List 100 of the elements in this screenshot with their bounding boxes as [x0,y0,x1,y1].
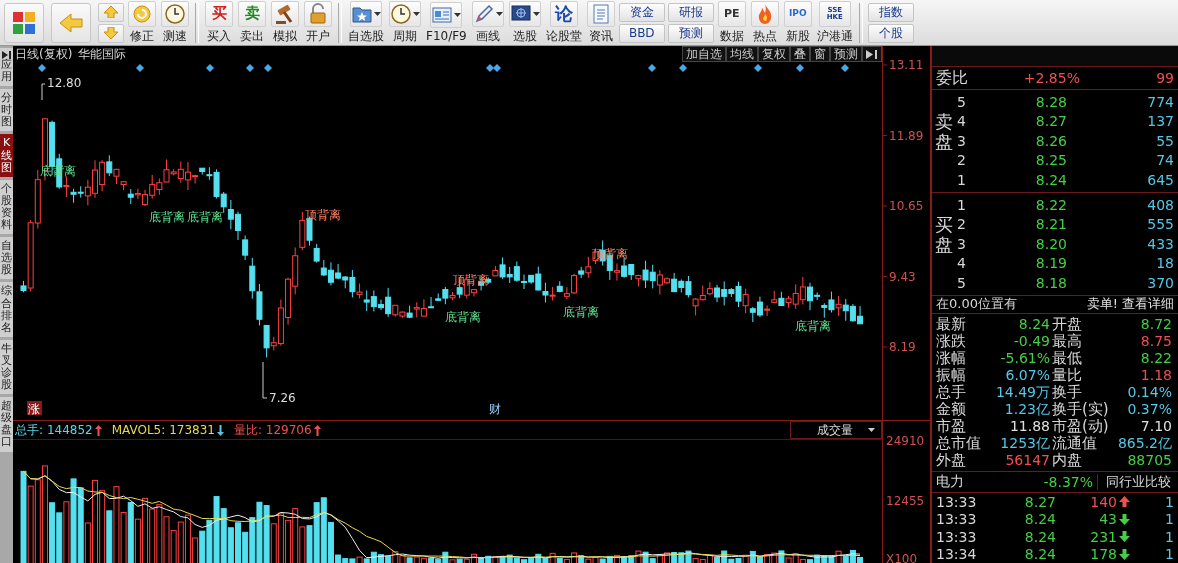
card-icon [431,4,454,26]
stat-value: 7.10 [1139,417,1173,435]
diamond-icon [841,64,849,72]
up-button[interactable] [98,2,124,22]
down-button[interactable] [98,23,124,43]
tick-volume: 178 [1056,546,1130,563]
stat-label: 涨幅 [936,349,967,367]
order-volume: 408 [1146,196,1174,213]
side-tab[interactable]: 应用 [0,48,13,87]
level-number: 3 [957,235,967,252]
toolbar-button[interactable]: 研报 [667,2,714,22]
diamond-icon [264,64,272,72]
order-price: 8.19 [1034,255,1067,272]
chart-button[interactable]: 均线 [726,46,758,62]
diamond-icon [754,64,762,72]
toolbar-button[interactable] [51,2,91,43]
side-tab[interactable]: 个股资料 [0,179,13,235]
toolbar-button[interactable]: BBD [618,23,665,43]
order-price: 8.20 [1034,235,1067,252]
ask-side-label: 卖盘 [934,109,954,154]
diamond-icon [206,64,214,72]
tick-count: 1 [1164,493,1174,510]
side-tab[interactable]: 牛叉诊股 [0,339,13,395]
level-number: 1 [957,196,967,213]
tick-time: 13:33 [936,511,978,528]
indicator-dropdown[interactable]: 成交量 [790,421,882,439]
chart-button[interactable]: 加自选 [682,46,726,62]
order-price: 8.27 [1034,113,1067,130]
order-volume: 555 [1146,216,1174,233]
divergence-label: 底背离 [187,210,223,224]
back-arrow-icon [58,11,84,34]
refresh-icon [131,2,153,25]
divergence-label: 底背离 [445,310,481,324]
side-tab[interactable]: 综合排名 [0,282,13,337]
level-number: 5 [957,275,967,292]
stat-value: 0.14% [1126,383,1173,401]
up-arrow-icon [104,6,118,18]
divergence-label: 顶背离 [305,208,341,222]
stat-value: -0.49 [1012,332,1051,350]
stat-label: 市盈(动) [1052,417,1110,435]
lock-icon [307,2,329,25]
stat-label: 涨跌 [936,332,967,350]
volume-reading: 总手: 144852 [15,421,102,439]
order-volume: 774 [1146,93,1174,110]
level-number: 2 [957,216,967,233]
arrow-up-icon [313,424,321,436]
stat-label: 振幅 [936,366,967,384]
arrow-down-icon [1119,513,1130,525]
toolbar-button[interactable]: 预测 [667,23,714,43]
tick-time: 13:33 [936,528,978,545]
tick-price: 8.24 [1023,546,1056,563]
stat-value: 1.23亿 [1003,400,1051,418]
clock-icon [390,2,412,25]
divergence-label: 底背离 [795,319,831,333]
grid-icon [11,9,37,36]
chart-button[interactable]: 复权 [758,46,790,62]
divergence-label: 底背离 [149,210,185,224]
order-price: 8.25 [1034,152,1067,169]
order-volume: 137 [1146,113,1174,130]
toolbar-button[interactable]: 指数 [867,2,914,22]
tick-count: 1 [1164,528,1174,545]
level-number: 5 [957,93,967,110]
stat-label: 量比 [1052,366,1083,384]
stat-label: 开盘 [1052,315,1083,333]
tick-price: 8.24 [1023,528,1056,545]
chart-button[interactable]: 叠 [790,46,810,62]
chart-button[interactable]: 窗 [810,46,830,62]
leader-line [262,361,268,399]
chart-button[interactable]: 预测 [830,46,862,62]
stat-value: 1253亿 [999,434,1051,452]
side-tab[interactable]: 超级盘口 [0,397,13,452]
stat-value: 8.22 [1139,349,1173,367]
stat-label: 最低 [1052,349,1083,367]
caret-icon [868,428,875,432]
stat-value: 0.37% [1126,400,1173,418]
toolbar-button[interactable]: 个股 [867,23,914,43]
side-tab[interactable]: 分时图 [0,89,13,132]
tick-price: 8.24 [1023,511,1056,528]
dropdown-button[interactable]: F10/F9 [425,2,468,43]
order-price: 8.28 [1034,93,1067,110]
toolbar-button[interactable] [4,2,44,43]
diamond-icon [796,64,804,72]
arrow-down-icon [216,424,224,436]
ratio-value: +2.85% [1022,70,1080,87]
volume-tick-label: 24910 [886,434,925,448]
price-tick-label: 8.19 [889,340,916,354]
stat-label: 外盘 [936,451,967,469]
caret-icon [532,11,540,16]
diamond-icon [136,64,144,72]
detail-link[interactable]: 卖单! 查看详细 [1086,295,1174,314]
stat-value: 8.75 [1139,332,1173,350]
side-tab[interactable]: 自选股 [0,237,13,280]
side-tab[interactable]: K线图 [0,134,13,177]
stat-label: 换手(实) [1052,400,1110,418]
level-number: 2 [957,152,967,169]
toolbar-button[interactable]: 论 论股堂 [544,0,583,45]
toolbar-button[interactable]: 资金 [618,2,665,22]
stat-value: 865.2亿 [1116,434,1173,452]
tick-count: 1 [1164,546,1174,563]
play-end-button[interactable] [862,46,882,62]
